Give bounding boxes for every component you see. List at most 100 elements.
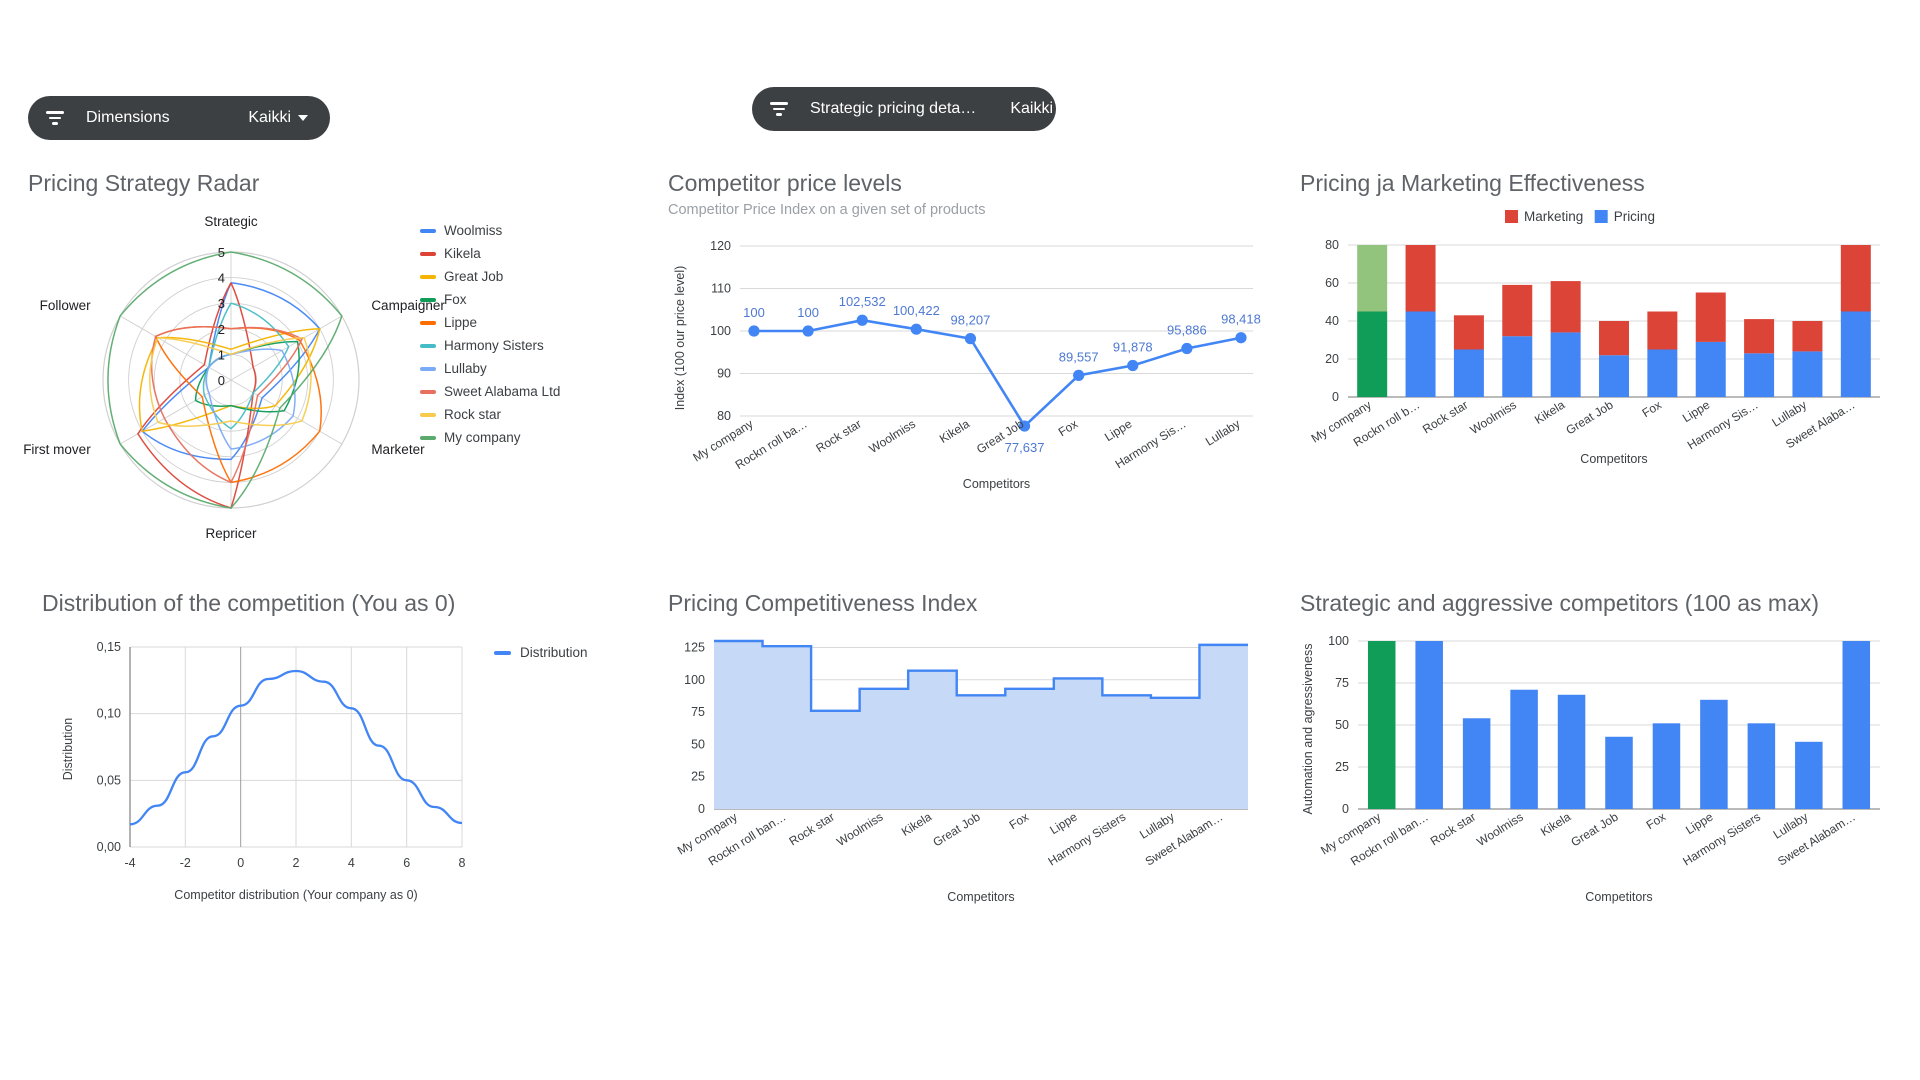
radar-svg: 012345 StrategicCampaignerMarketerRepric… [23, 214, 560, 541]
filter-chip-value[interactable]: Kaikki [976, 100, 1070, 118]
x-tick-labels: My companyRockn roll ban…Rock starWoolmi… [1318, 810, 1858, 869]
filter-chip-label: Dimensions [86, 109, 170, 126]
y-axis-title: Distribution [61, 718, 75, 781]
panel-distribution: Distribution of the competition (You as … [42, 590, 662, 929]
y-tick-labels: 0 25 50 75 100 [1328, 634, 1349, 816]
filter-chip-label: Strategic pricing deta… [810, 100, 977, 117]
svg-text:Lullaby: Lullaby [1771, 810, 1811, 842]
effectiveness-chart[interactable]: Marketing Pricing 0 20 40 60 80 My company Roc… [1300, 205, 1900, 555]
svg-text:Woolmiss: Woolmiss [444, 223, 503, 238]
x-axis-title: Competitors [963, 477, 1030, 491]
svg-text:100: 100 [743, 305, 765, 320]
svg-text:Repricer: Repricer [205, 526, 257, 541]
svg-text:Fox: Fox [1007, 810, 1031, 832]
svg-text:20: 20 [1325, 352, 1339, 366]
y-axis-title: Automation and agressiveness [1301, 644, 1315, 815]
svg-text:100,422: 100,422 [893, 303, 940, 318]
svg-text:Rock star: Rock star [444, 407, 502, 422]
svg-text:3: 3 [218, 296, 225, 311]
svg-text:-4: -4 [124, 856, 135, 870]
panel-title: Pricing ja Marketing Effectiveness [1300, 170, 1645, 196]
svg-text:6: 6 [403, 856, 410, 870]
svg-text:My company: My company [444, 430, 521, 445]
distribution-chart[interactable]: 0,00 0,05 0,10 0,15 -4 -2 0 2 4 6 8 Distribution … [42, 629, 662, 929]
svg-text:110: 110 [711, 282, 731, 296]
panel-title: Strategic and aggressive competitors (10… [1300, 590, 1820, 616]
panel-title: Competitor price levels [668, 170, 902, 196]
svg-text:Great Job: Great Job [1563, 398, 1615, 438]
filter-chip-strategic-pricing[interactable]: Strategic pricing deta… Kaikki [752, 87, 1070, 131]
svg-text:102,532: 102,532 [839, 294, 886, 309]
svg-text:120: 120 [710, 239, 731, 253]
svg-text:90: 90 [717, 367, 731, 381]
competitiveness-chart[interactable]: 0 25 50 75 100 125 My company Rockn roll ban… R… [668, 629, 1288, 959]
svg-text:Harmony Sisters: Harmony Sisters [444, 338, 544, 353]
filter-chip-value[interactable]: Kaikki [214, 109, 308, 127]
price-levels-svg: 80 90 100 110 120 100 100 102,532 100,422 98,207… [673, 239, 1261, 491]
y-tick-labels: 0,00 0,05 0,10 0,15 [97, 640, 121, 854]
svg-text:Kikela: Kikela [1532, 398, 1567, 427]
svg-text:40: 40 [1325, 314, 1339, 328]
dashboard-page: Dimensions Kaikki Strategic pricing deta… [0, 0, 1920, 1080]
svg-text:Sweet Alabama Ltd: Sweet Alabama Ltd [444, 384, 560, 399]
svg-text:80: 80 [717, 409, 731, 423]
filter-icon [46, 111, 64, 125]
filter-chip-value-text: Kaikki [1010, 100, 1053, 117]
svg-text:0,05: 0,05 [97, 773, 121, 787]
svg-text:Lippe: Lippe [444, 315, 477, 330]
svg-text:98,418: 98,418 [1221, 312, 1261, 327]
svg-text:Lullaby: Lullaby [1769, 398, 1809, 430]
area-series [714, 639, 1248, 809]
svg-text:1: 1 [218, 347, 225, 362]
svg-text:100: 100 [684, 673, 705, 687]
svg-text:Kikela: Kikela [1538, 810, 1573, 839]
chart-legend[interactable]: Marketing Pricing [1505, 209, 1655, 224]
chevron-down-icon [1060, 106, 1070, 112]
aggressive-chart[interactable]: 0 25 50 75 100 My company Rockn roll ban… Rock… [1300, 629, 1900, 959]
svg-text:-2: -2 [180, 856, 191, 870]
panel-competitor-price-levels: Competitor price levels Competitor Price… [668, 170, 1288, 578]
panel-title: Pricing Strategy Radar [28, 170, 260, 196]
svg-text:Woolmiss: Woolmiss [1468, 398, 1519, 437]
svg-text:4: 4 [218, 271, 225, 286]
svg-text:Rock star: Rock star [1420, 398, 1470, 437]
svg-text:50: 50 [691, 737, 705, 751]
chart-legend[interactable]: Distribution [494, 645, 588, 660]
svg-text:50: 50 [1335, 718, 1349, 732]
svg-text:Woolmiss: Woolmiss [1474, 810, 1525, 849]
svg-text:Great Job: Great Job [444, 269, 503, 284]
panel-pricing-competitiveness-index: Pricing Competitiveness Index 0 25 50 75 100… [668, 590, 1288, 959]
distribution-svg: 0,000,050,100,15 -4 -2 0 2 4 6 8 Distribution … [61, 640, 588, 902]
svg-text:Marketer: Marketer [371, 442, 425, 457]
filter-chip-value-text: Kaikki [248, 109, 291, 126]
panel-strategic-aggressive-competitors: Strategic and aggressive competitors (10… [1300, 590, 1900, 959]
svg-text:Lullaby: Lullaby [1203, 417, 1243, 449]
svg-text:Fox: Fox [444, 292, 467, 307]
svg-text:0: 0 [218, 373, 225, 388]
svg-text:2: 2 [218, 322, 225, 337]
svg-text:Kikela: Kikela [444, 246, 481, 261]
panel-pricing-strategy-radar: Pricing Strategy Radar 012345 Strategic C… [23, 170, 648, 541]
panel-title: Pricing Competitiveness Index [668, 590, 978, 616]
svg-text:Rock star: Rock star [787, 810, 837, 849]
svg-text:75: 75 [1335, 676, 1349, 690]
svg-text:Lippe: Lippe [1102, 417, 1135, 445]
price-levels-chart[interactable]: 80 90 100 110 120 100 100 102,532 100,422 98,207… [668, 228, 1288, 578]
svg-text:125: 125 [684, 640, 705, 654]
svg-text:Great Job: Great Job [930, 810, 982, 850]
svg-text:5: 5 [218, 245, 225, 260]
svg-text:0,15: 0,15 [97, 640, 121, 654]
filter-chip-dimensions[interactable]: Dimensions Kaikki [28, 96, 330, 140]
radar-axis-labels: StrategicCampaignerMarketerRepricerFirst… [23, 214, 445, 541]
x-tick-labels: My companyRockn roll b…Rock starWoolmiss… [1309, 398, 1858, 453]
svg-text:0: 0 [698, 802, 705, 816]
svg-text:89,557: 89,557 [1059, 349, 1099, 364]
grid [129, 646, 463, 848]
bars[interactable] [1357, 245, 1871, 397]
svg-text:0: 0 [237, 856, 244, 870]
panel-title: Distribution of the competition (You as … [42, 590, 456, 616]
radar-legend[interactable]: Woolmiss Kikela Great Job Fox Lippe Harmony S… [420, 223, 560, 445]
svg-text:Strategic: Strategic [204, 214, 258, 229]
radar-chart[interactable]: 012345 Strategic Campaigner Marketer Repric… [23, 205, 648, 541]
aggressive-svg: 0 25 50 75 100 My companyRockn roll ban…Rock… [1301, 634, 1880, 904]
